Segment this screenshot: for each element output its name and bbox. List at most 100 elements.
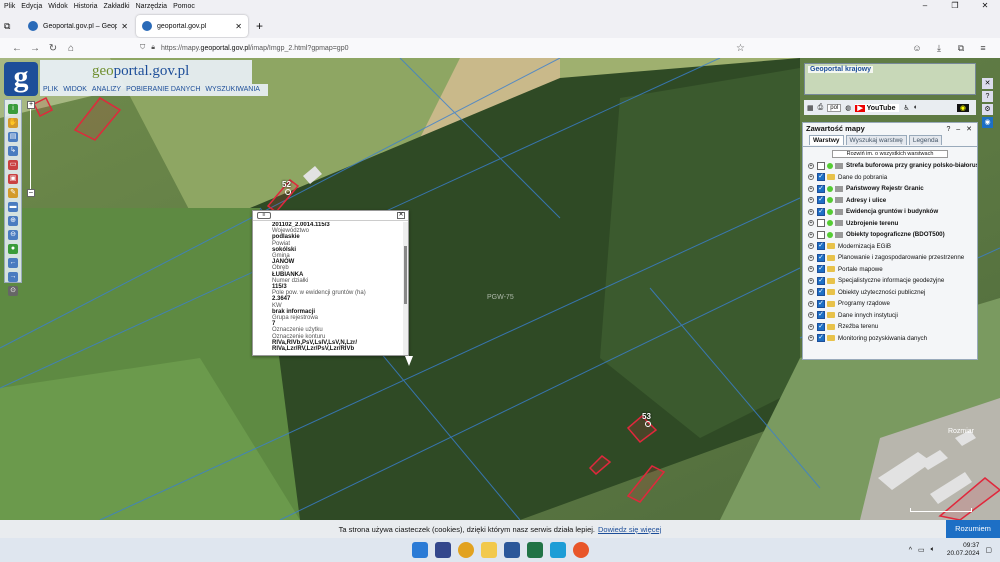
clock[interactable]: 09:37 20.07.2024 (941, 542, 980, 558)
layer-checkbox[interactable]: ✓ (817, 207, 825, 216)
eye-icon[interactable]: ◉ (982, 117, 993, 128)
cookie-learn-more-link[interactable]: Dowiedz się więcej (598, 525, 661, 534)
pan-hand-icon[interactable]: ✋ (8, 118, 18, 128)
layer-item[interactable]: + ✓ Specjalistyczne informacje geodezyjne (803, 275, 977, 287)
help-icon[interactable]: ? (982, 91, 993, 102)
layer-checkbox[interactable]: ✓ (817, 253, 825, 262)
lock-icon[interactable]: 🔒︎ (151, 44, 155, 52)
layer-item[interactable]: + Uzbrojenie terenu (803, 218, 977, 230)
layer-item[interactable]: + ✓ Modernizacja EGiB (803, 241, 977, 253)
address-marker-52[interactable]: 52 (282, 180, 291, 195)
layer-item[interactable]: + ✓ Planowanie i zagospodarowanie przestrz… (803, 252, 977, 264)
popup-close-icon[interactable]: ✕ (397, 212, 405, 219)
expand-icon[interactable]: + (808, 277, 814, 284)
expand-icon[interactable]: + (808, 162, 814, 169)
contrast-icon[interactable]: ◐ (914, 104, 918, 111)
layer-item[interactable]: + ✓ Adresy i ulice (803, 195, 977, 207)
app-menu-item[interactable]: WIDOK (63, 85, 87, 95)
layer-checkbox[interactable]: ✓ (817, 288, 825, 297)
tray-chevron-icon[interactable]: ^ (909, 547, 912, 554)
layer-item[interactable]: + ✓ Ewidencja gruntów i budynków (803, 206, 977, 218)
expand-icon[interactable]: + (808, 335, 814, 342)
notification-icon[interactable]: ▢ (985, 546, 992, 554)
file-explorer-icon[interactable] (481, 542, 497, 558)
layer-item[interactable]: + ✓ Dane do pobrania (803, 172, 977, 184)
browser-menu-item[interactable]: Historia (74, 3, 98, 10)
layer-item[interactable]: + ✓ Państwowy Rejestr Granic (803, 183, 977, 195)
layer-checkbox[interactable]: ✓ (817, 334, 825, 343)
map-canvas[interactable]: g geoportal.gov.pl PLIK WIDOK ANALIZY POBIE… (0, 58, 1000, 520)
info-icon[interactable]: i (8, 104, 18, 114)
cookie-accept-button[interactable]: Rozumiem (946, 520, 1000, 538)
browser-menu-item[interactable]: Zakładki (103, 3, 129, 10)
tab-close-icon[interactable]: ✕ (121, 22, 128, 31)
downloads-icon[interactable]: ⤓ (928, 43, 950, 54)
app-menu-item[interactable]: PLIK (43, 85, 58, 95)
expand-icon[interactable]: + (808, 220, 814, 227)
layer-checkbox[interactable] (817, 219, 825, 228)
tab-close-icon[interactable]: ✕ (235, 22, 242, 31)
expand-icon[interactable]: + (808, 243, 814, 250)
resize-label[interactable]: Rozmiar (948, 428, 974, 435)
expand-icon[interactable]: + (808, 289, 814, 296)
bookmark-star-icon[interactable]: ☆ (736, 43, 745, 54)
expand-icon[interactable]: + (808, 254, 814, 261)
layer-item[interactable]: + ✓ Programy rządowe (803, 298, 977, 310)
layer-item[interactable]: + Strefa buforowa przy granicy polsko-bia… (803, 160, 977, 172)
start-windows-icon[interactable] (412, 542, 428, 558)
measure-icon[interactable]: ↳ (8, 146, 18, 156)
tab-layers[interactable]: Warstwy (809, 135, 844, 145)
expand-icon[interactable]: + (808, 300, 814, 307)
popup-menu-icon[interactable]: ≡ (257, 212, 271, 219)
app-menu-item[interactable]: WYSZUKIWANIA (205, 85, 260, 95)
expand-icon[interactable]: + (808, 174, 814, 181)
youtube-link[interactable]: ▶ YouTube (855, 103, 900, 112)
accessibility-icon[interactable]: ♿︎ (903, 104, 909, 112)
expand-icon[interactable]: + (808, 266, 814, 273)
zoom-in-icon[interactable]: ⊕ (8, 216, 18, 226)
browser-menu-item[interactable]: Pomoc (173, 3, 195, 10)
excel-icon[interactable] (527, 542, 543, 558)
new-tab-icon[interactable]: + (256, 19, 263, 33)
layer-item[interactable]: + ✓ Monitoring pozyskiwania danych (803, 333, 977, 345)
edge-icon[interactable] (550, 542, 566, 558)
layer-checkbox[interactable]: ✓ (817, 196, 825, 205)
maximize-icon[interactable]: ❐ (940, 0, 970, 12)
language-select[interactable]: pol (827, 103, 842, 112)
settings-icon[interactable]: ⚙ (982, 104, 993, 115)
layer-item[interactable]: + Obiekty topograficzne (BDOT500) (803, 229, 977, 241)
zoom-track[interactable] (30, 109, 31, 189)
globe-link-icon[interactable]: ◍ (845, 104, 851, 112)
forward-icon[interactable]: → (26, 43, 44, 54)
layer-item[interactable]: + ✓ Portale mapowe (803, 264, 977, 276)
layer-checkbox[interactable]: ✓ (817, 276, 825, 285)
url-bar[interactable]: ⛉ 🔒︎ https://mapy. geoportal.gov.pl/imap/… (140, 41, 760, 56)
expand-icon[interactable]: + (808, 323, 814, 330)
overview-map[interactable]: Geoportal krajowy (804, 63, 976, 95)
tab-list-icon[interactable]: ⧉ (4, 21, 22, 32)
expand-all-layers-button[interactable]: Rozwiń im. o wszystkich warstwach (832, 150, 948, 158)
compass-icon[interactable]: ⊙ (8, 286, 18, 296)
home-icon[interactable]: ⌂ (62, 43, 80, 54)
app-menu-item[interactable]: POBIERANIE DANYCH (126, 85, 200, 95)
layer-checkbox[interactable]: ✓ (817, 184, 825, 193)
layer-item[interactable]: + ✓ Obiekty użyteczności publicznej (803, 287, 977, 299)
layer-item[interactable]: + ✓ Rzeźba terenu (803, 321, 977, 333)
app-menu-item[interactable]: ANALIZY (92, 85, 121, 95)
tab-geoportal-map[interactable]: geoportal.gov.pl ✕ (136, 15, 248, 37)
browser-menu-item[interactable]: Widok (48, 3, 67, 10)
address-marker-53[interactable]: 53 (642, 412, 651, 427)
layer-checkbox[interactable]: ✓ (817, 322, 825, 331)
back-icon[interactable]: ← (8, 43, 26, 54)
layer-checkbox[interactable]: ✓ (817, 265, 825, 274)
high-contrast-eye-icon[interactable]: ◉ (956, 103, 969, 112)
export-icon[interactable]: ▣ (8, 174, 18, 184)
shield-icon[interactable]: ⛉ (140, 44, 145, 52)
forward-arrow-icon[interactable]: → (8, 272, 18, 282)
tab-search-layer[interactable]: Wyszukaj warstwę (845, 135, 907, 145)
popup-scrollbar[interactable] (403, 222, 408, 355)
volume-icon[interactable]: 🔈︎ (931, 546, 935, 554)
extensions-icon[interactable]: ⧉ (950, 43, 972, 54)
layer-checkbox[interactable]: ✓ (817, 299, 825, 308)
layer-checkbox[interactable] (817, 161, 825, 170)
